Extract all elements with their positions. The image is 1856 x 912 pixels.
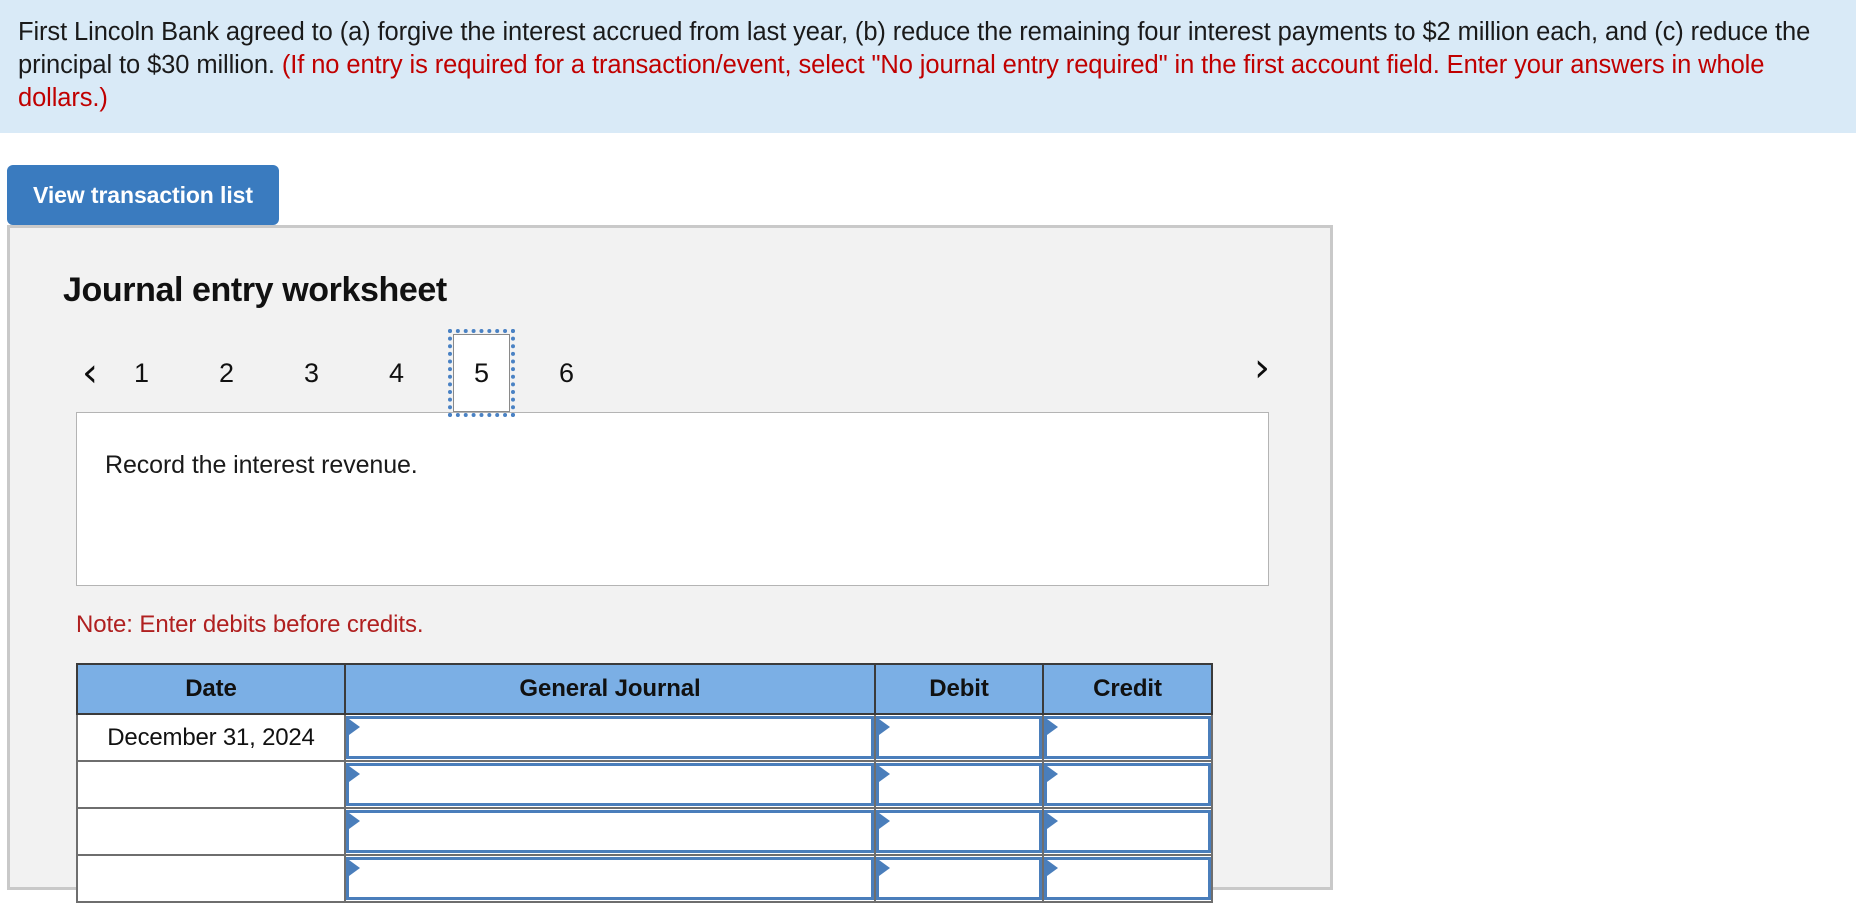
debit-input-3[interactable] (876, 810, 1042, 854)
pagination-next-icon[interactable]: › (1254, 348, 1270, 388)
cell-date-4[interactable] (76, 854, 346, 904)
column-header-debit: Debit (874, 663, 1044, 716)
cell-debit-2[interactable] (874, 760, 1044, 810)
debit-input-4[interactable] (876, 857, 1042, 901)
pagination-prev-icon[interactable]: ‹ (67, 353, 113, 393)
cell-date-2[interactable] (76, 760, 346, 810)
table-row (76, 854, 1213, 904)
instructions-text: First Lincoln Bank agreed to (a) forgive… (18, 16, 1838, 115)
toolbar: View transaction list (0, 133, 1856, 226)
pagination-page-2[interactable]: 2 (198, 334, 255, 412)
pagination-page-5[interactable]: 5 (448, 329, 515, 418)
cell-credit-3[interactable] (1042, 807, 1213, 857)
table-header-row: Date General Journal Debit Credit (76, 663, 1213, 716)
journal-table-container: Date General Journal Debit Credit Decemb… (76, 663, 1213, 904)
worksheet-title: Journal entry worksheet (63, 271, 447, 310)
cell-debit-1[interactable] (874, 713, 1044, 763)
cell-credit-2[interactable] (1042, 760, 1213, 810)
pagination-page-3[interactable]: 3 (283, 334, 340, 412)
cell-date-1[interactable]: December 31, 2024 (76, 713, 346, 763)
cell-general-journal-3[interactable] (344, 807, 876, 857)
credit-input-4[interactable] (1044, 857, 1211, 901)
worksheet-pagination: ‹ 1 2 3 4 5 6 › (10, 329, 1330, 418)
debit-input-1[interactable] (876, 716, 1042, 760)
cell-credit-1[interactable] (1042, 713, 1213, 763)
cell-general-journal-2[interactable] (344, 760, 876, 810)
transaction-description-text: Record the interest revenue. (105, 451, 418, 480)
cell-debit-4[interactable] (874, 854, 1044, 904)
cell-general-journal-1[interactable] (344, 713, 876, 763)
general-journal-select-4[interactable] (346, 857, 874, 901)
general-journal-select-1[interactable] (346, 716, 874, 760)
credit-input-3[interactable] (1044, 810, 1211, 854)
cell-general-journal-4[interactable] (344, 854, 876, 904)
journal-entry-table: Date General Journal Debit Credit Decemb… (76, 663, 1213, 904)
general-journal-select-3[interactable] (346, 810, 874, 854)
instructions-banner: First Lincoln Bank agreed to (a) forgive… (0, 0, 1856, 134)
journal-entry-worksheet-card: Journal entry worksheet ‹ 1 2 3 4 5 6 › … (7, 225, 1333, 904)
debit-input-2[interactable] (876, 763, 1042, 807)
general-journal-select-2[interactable] (346, 763, 874, 807)
column-header-date: Date (76, 663, 346, 716)
pagination-page-1[interactable]: 1 (113, 334, 170, 412)
pagination-page-6[interactable]: 6 (538, 334, 595, 412)
pagination-page-4[interactable]: 4 (368, 334, 425, 412)
credit-input-1[interactable] (1044, 716, 1211, 760)
column-header-credit: Credit (1042, 663, 1213, 716)
column-header-general-journal: General Journal (344, 663, 876, 716)
cell-credit-4[interactable] (1042, 854, 1213, 904)
cell-debit-3[interactable] (874, 807, 1044, 857)
table-row (76, 807, 1213, 857)
table-row: December 31, 2024 (76, 713, 1213, 763)
cell-date-3[interactable] (76, 807, 346, 857)
table-row (76, 760, 1213, 810)
debits-before-credits-note: Note: Enter debits before credits. (76, 611, 424, 639)
credit-input-2[interactable] (1044, 763, 1211, 807)
view-transaction-list-button[interactable]: View transaction list (7, 165, 279, 226)
transaction-description-box: Record the interest revenue. (76, 412, 1269, 587)
